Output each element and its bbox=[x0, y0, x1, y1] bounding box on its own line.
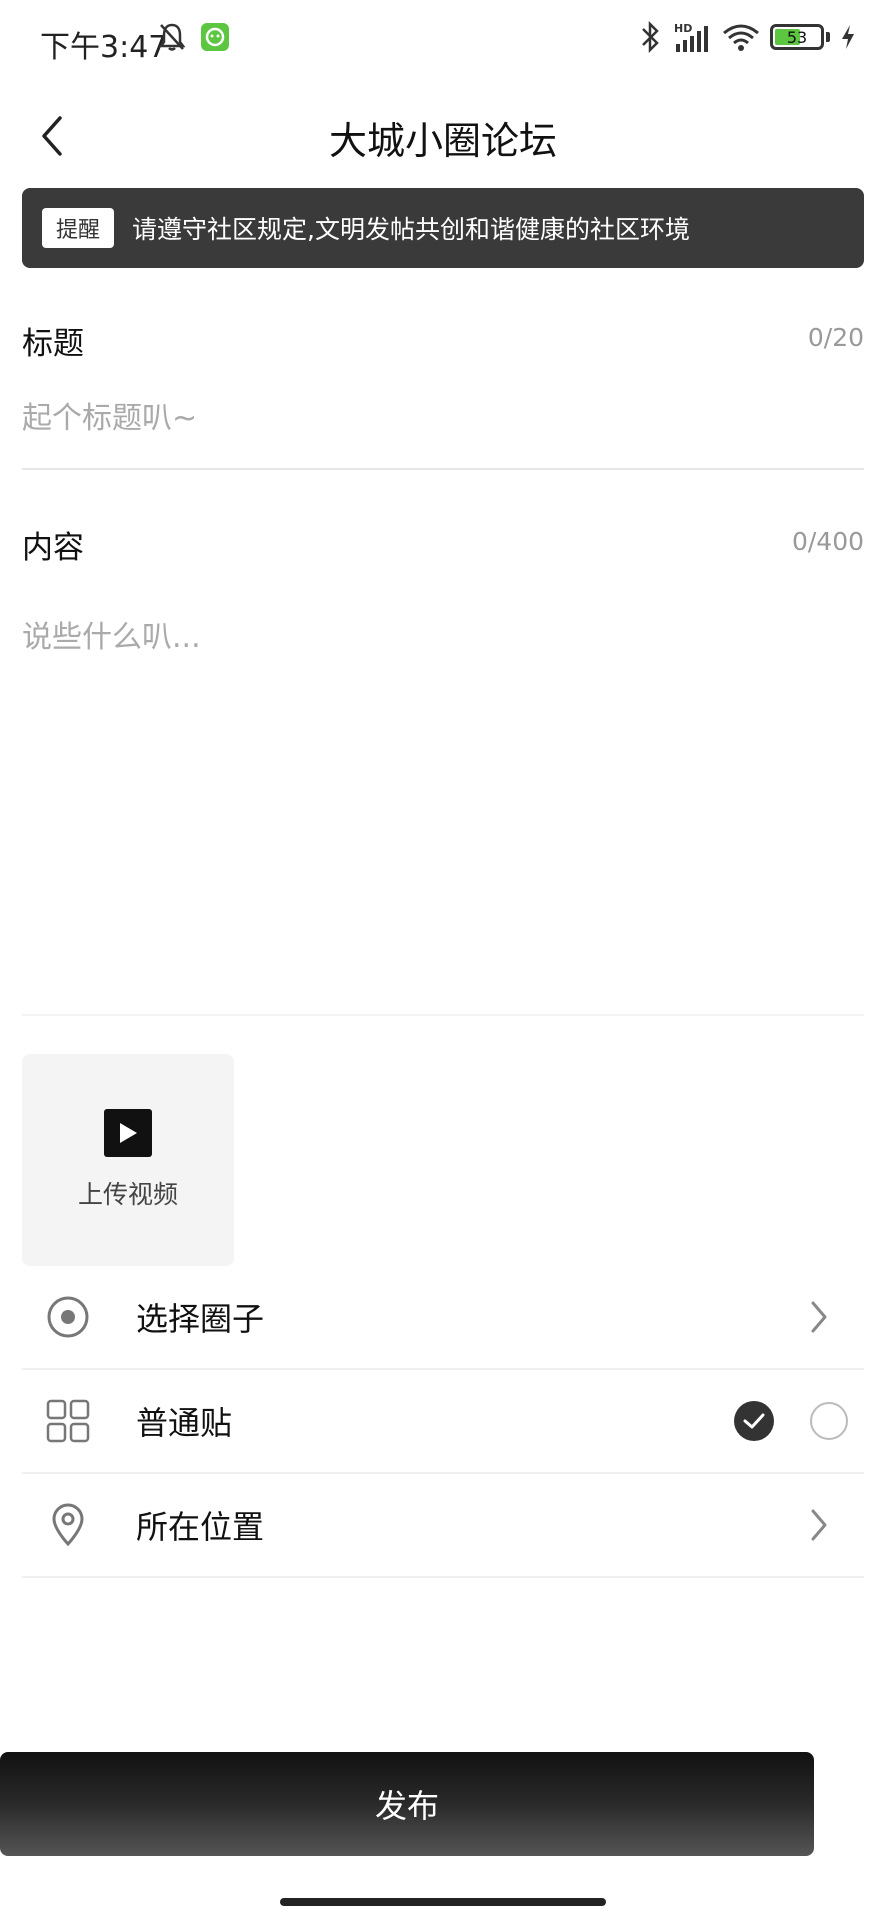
status-time: 下午3:47 bbox=[40, 30, 168, 65]
target-icon bbox=[44, 1293, 92, 1341]
location-row[interactable]: 所在位置 bbox=[22, 1474, 864, 1578]
home-indicator[interactable] bbox=[280, 1898, 606, 1906]
svg-text:HD: HD bbox=[674, 22, 692, 35]
notice-banner: 提醒 请遵守社区规定,文明发帖共创和谐健康的社区环境 bbox=[22, 188, 864, 268]
battery-icon: 53 bbox=[770, 24, 824, 50]
title-counter: 0/20 bbox=[807, 323, 864, 352]
select-circle-label: 选择圈子 bbox=[136, 1300, 265, 1338]
bluetooth-icon bbox=[642, 20, 659, 54]
cellular-signal-icon: HD bbox=[674, 22, 708, 52]
title-label: 标题 bbox=[22, 326, 84, 362]
app-notification-icon bbox=[201, 23, 229, 51]
publish-button[interactable]: 发布 bbox=[0, 1752, 814, 1856]
page-title: 大城小圈论坛 bbox=[328, 119, 557, 163]
upload-video-label: 上传视频 bbox=[77, 1180, 178, 1209]
radio-checked[interactable] bbox=[734, 1401, 774, 1441]
notice-badge: 提醒 bbox=[42, 208, 115, 248]
grid-icon bbox=[44, 1397, 92, 1445]
notice-text: 请遵守社区规定,文明发帖共创和谐健康的社区环境 bbox=[132, 215, 690, 244]
status-bar: 下午3:47 HD 53 bbox=[0, 0, 886, 80]
wifi-icon bbox=[723, 24, 759, 51]
content-textarea[interactable] bbox=[22, 612, 864, 992]
location-label: 所在位置 bbox=[136, 1508, 265, 1546]
chevron-right-icon bbox=[804, 1297, 834, 1337]
content-divider bbox=[22, 1014, 864, 1016]
status-left-icons bbox=[158, 22, 230, 52]
title-input[interactable] bbox=[22, 388, 864, 448]
charging-bolt-icon bbox=[842, 25, 854, 49]
radio-unchecked[interactable] bbox=[810, 1402, 848, 1440]
title-divider bbox=[22, 468, 864, 470]
post-type-row: 普通贴 bbox=[22, 1370, 864, 1474]
post-type-label: 普通贴 bbox=[136, 1404, 233, 1442]
bell-muted-icon bbox=[158, 23, 186, 51]
app-header: 大城小圈论坛 bbox=[0, 80, 886, 190]
select-circle-row[interactable]: 选择圈子 bbox=[22, 1266, 864, 1370]
play-icon bbox=[104, 1109, 152, 1157]
checkmark-icon bbox=[743, 1413, 765, 1429]
status-right-icons: HD 53 bbox=[640, 20, 856, 54]
location-pin-icon bbox=[44, 1501, 92, 1549]
chevron-right-icon bbox=[804, 1505, 834, 1545]
content-label: 内容 bbox=[22, 530, 84, 566]
upload-video-button[interactable]: 上传视频 bbox=[22, 1054, 234, 1266]
battery-level-text: 53 bbox=[786, 27, 808, 47]
content-counter: 0/400 bbox=[791, 527, 864, 556]
battery-cap bbox=[826, 32, 830, 42]
